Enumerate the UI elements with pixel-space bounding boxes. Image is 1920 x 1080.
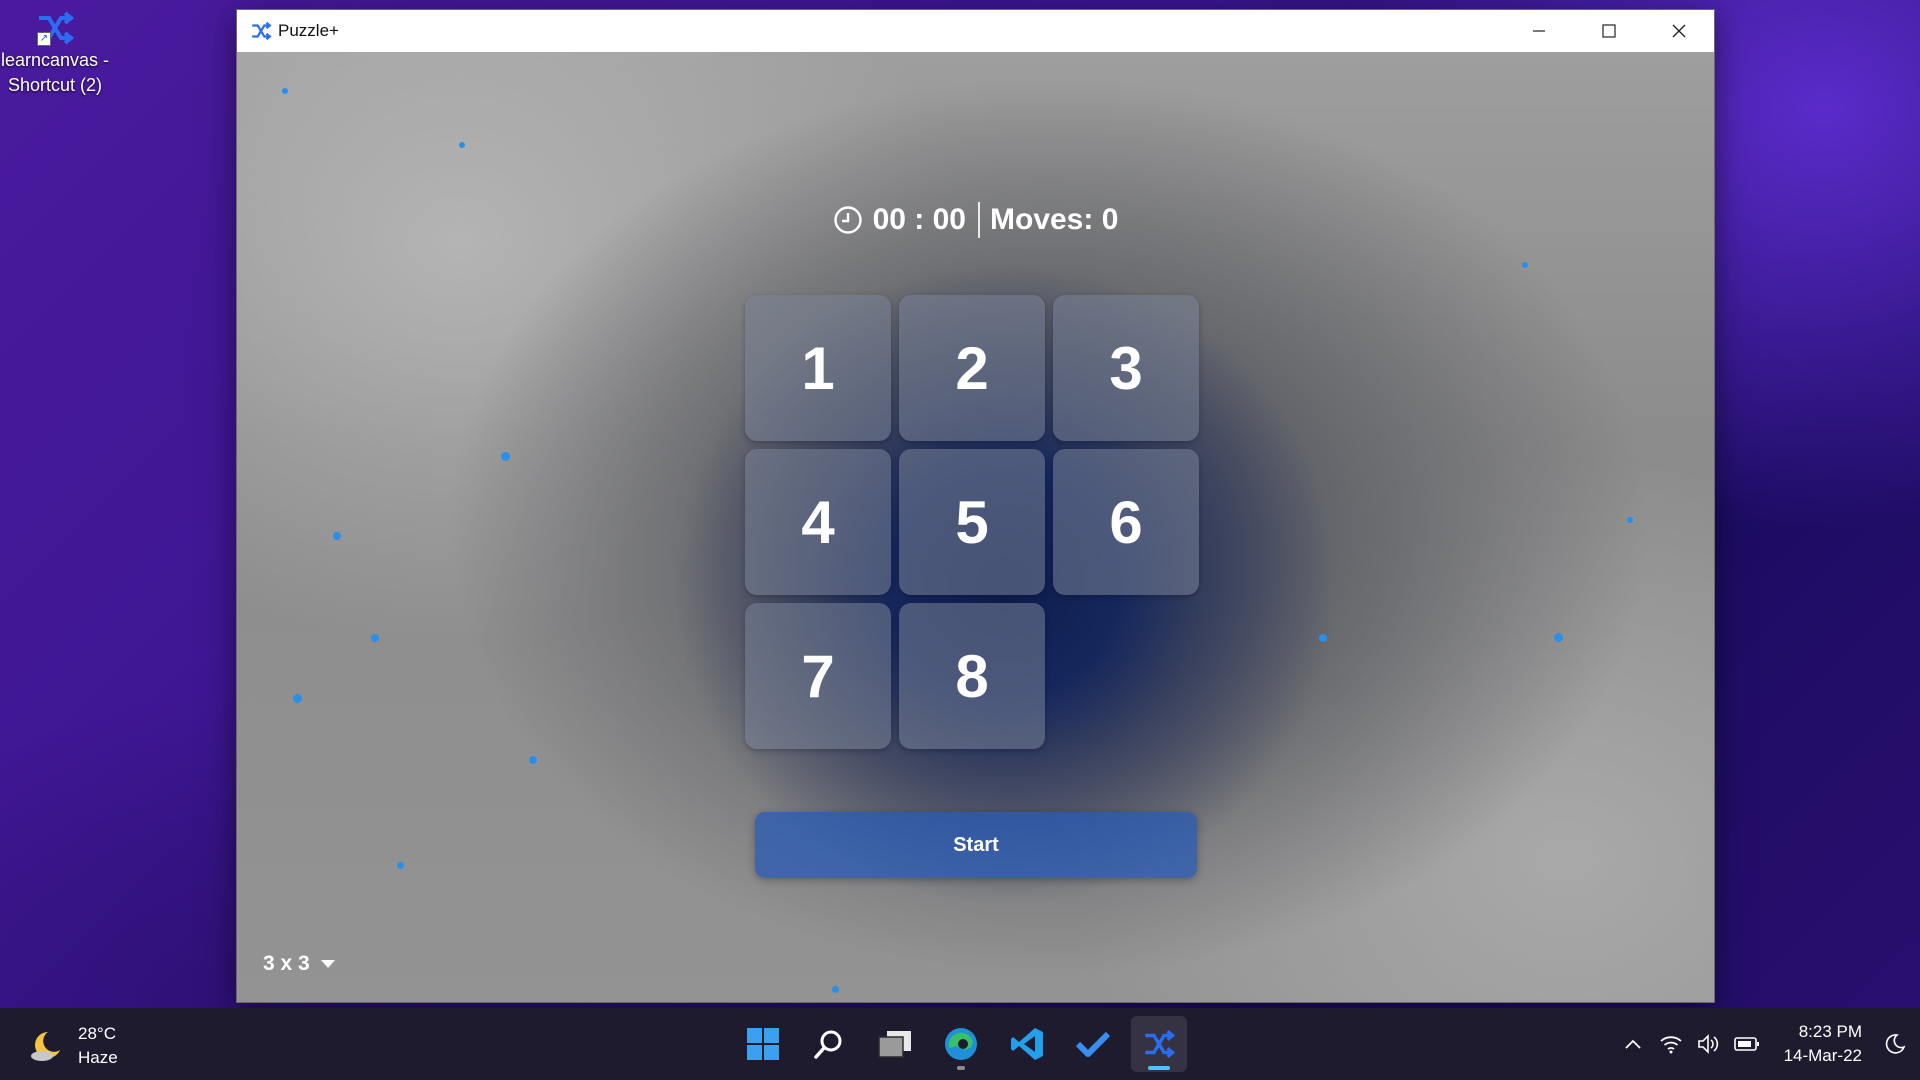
windows-icon (747, 1028, 779, 1060)
edge-browser-button[interactable] (933, 1016, 989, 1072)
todo-button[interactable] (1065, 1016, 1121, 1072)
tile-3[interactable]: 3 (1053, 295, 1199, 441)
tile-7[interactable]: 7 (745, 603, 891, 749)
timer-display: 00 : 00 (872, 203, 966, 236)
taskbar-date: 14-Mar-22 (1783, 1046, 1862, 1065)
shortcut-label-line1: learncanvas - (0, 50, 110, 70)
vscode-icon (1011, 1028, 1043, 1060)
grid-size-dropdown[interactable]: 3 x 3 (263, 952, 336, 976)
particle (1554, 633, 1563, 642)
particle (371, 634, 379, 642)
weather-widget[interactable]: 28°C Haze (28, 1022, 118, 1070)
search-button[interactable] (801, 1016, 857, 1072)
moon-icon (1885, 1034, 1906, 1054)
particle (459, 142, 465, 148)
particle (501, 452, 510, 461)
moon-cloud-icon (31, 1032, 60, 1061)
puzzle-taskbar-button[interactable] (1131, 1016, 1187, 1072)
taskbar-time: 8:23 PM (1798, 1022, 1862, 1041)
running-indicator (957, 1066, 965, 1070)
particle (529, 756, 537, 764)
chevron-up-icon (1624, 1039, 1641, 1049)
stats-bar: 00 : 00 Moves: 0 (237, 202, 1714, 238)
start-button[interactable]: Start (755, 812, 1197, 878)
checkmark-icon (1075, 1031, 1111, 1057)
window-title: Puzzle+ (278, 21, 339, 40)
tile-1[interactable]: 1 (745, 295, 891, 441)
close-icon (1672, 24, 1686, 38)
network-button[interactable] (1652, 1024, 1690, 1064)
tile-6[interactable]: 6 (1053, 449, 1199, 595)
maximize-icon (1602, 24, 1616, 38)
title-bar[interactable]: Puzzle+ (237, 10, 1714, 52)
desktop-shortcut-learncanvas[interactable]: ↗ learncanvas - Shortcut (2) (0, 8, 110, 98)
system-tray: 8:23 PM 14-Mar-22 (1614, 1008, 1920, 1080)
maximize-button[interactable] (1574, 10, 1644, 52)
active-indicator (1148, 1066, 1170, 1070)
shortcut-arrow-icon: ↗ (37, 32, 51, 46)
taskbar-apps (735, 1016, 1187, 1072)
particle (333, 532, 341, 540)
search-icon (814, 1030, 842, 1059)
taskbar: 28°C Haze 8:23 PM 14-Mar-22 (0, 1008, 1920, 1080)
particle (293, 694, 302, 703)
tile-8[interactable]: 8 (899, 603, 1045, 749)
puzzle-board: 1 2 3 4 5 6 7 8 (745, 295, 1205, 755)
edge-icon (945, 1028, 977, 1060)
particle (282, 88, 288, 94)
app-icon (250, 20, 272, 42)
focus-assist-button[interactable] (1876, 1024, 1914, 1064)
game-area: 00 : 00 Moves: 0 1 2 3 4 5 6 7 8 Start 3… (237, 52, 1714, 1002)
grid-size-value: 3 x 3 (263, 952, 310, 975)
tile-4[interactable]: 4 (745, 449, 891, 595)
task-view-button[interactable] (867, 1016, 923, 1072)
stats-divider (978, 202, 980, 238)
shortcut-label-line2: Shortcut (2) (7, 75, 103, 95)
volume-button[interactable] (1690, 1024, 1728, 1064)
close-button[interactable] (1644, 10, 1714, 52)
start-menu-button[interactable] (735, 1016, 791, 1072)
weather-temperature: 28°C (78, 1024, 116, 1043)
clock-button[interactable]: 8:23 PM 14-Mar-22 (1784, 1020, 1862, 1068)
particle (1319, 634, 1327, 642)
puzzle-app-icon (1145, 1029, 1176, 1059)
clock-icon (833, 206, 862, 234)
chevron-down-icon (320, 960, 335, 968)
vscode-button[interactable] (999, 1016, 1055, 1072)
moves-counter: Moves: 0 (990, 203, 1119, 236)
speaker-icon (1697, 1034, 1718, 1054)
battery-button[interactable] (1728, 1024, 1766, 1064)
tile-2[interactable]: 2 (899, 295, 1045, 441)
puzzle-window: Puzzle+ 00: 00 Moves: 0 1 2 3 4 5 6 7 8… (236, 9, 1715, 1003)
particle (1522, 262, 1528, 268)
puzzle-app-icon: ↗ (35, 8, 75, 48)
particle (1627, 517, 1633, 523)
wifi-icon (1659, 1036, 1682, 1054)
minimize-icon (1533, 30, 1545, 32)
particle (832, 986, 839, 993)
particle (397, 862, 404, 869)
minimize-button[interactable] (1504, 10, 1574, 52)
task-view-icon (878, 1031, 911, 1058)
battery-icon (1733, 1037, 1759, 1051)
show-hidden-icons-button[interactable] (1614, 1024, 1652, 1064)
tile-5[interactable]: 5 (899, 449, 1045, 595)
weather-description: Haze (78, 1048, 118, 1067)
